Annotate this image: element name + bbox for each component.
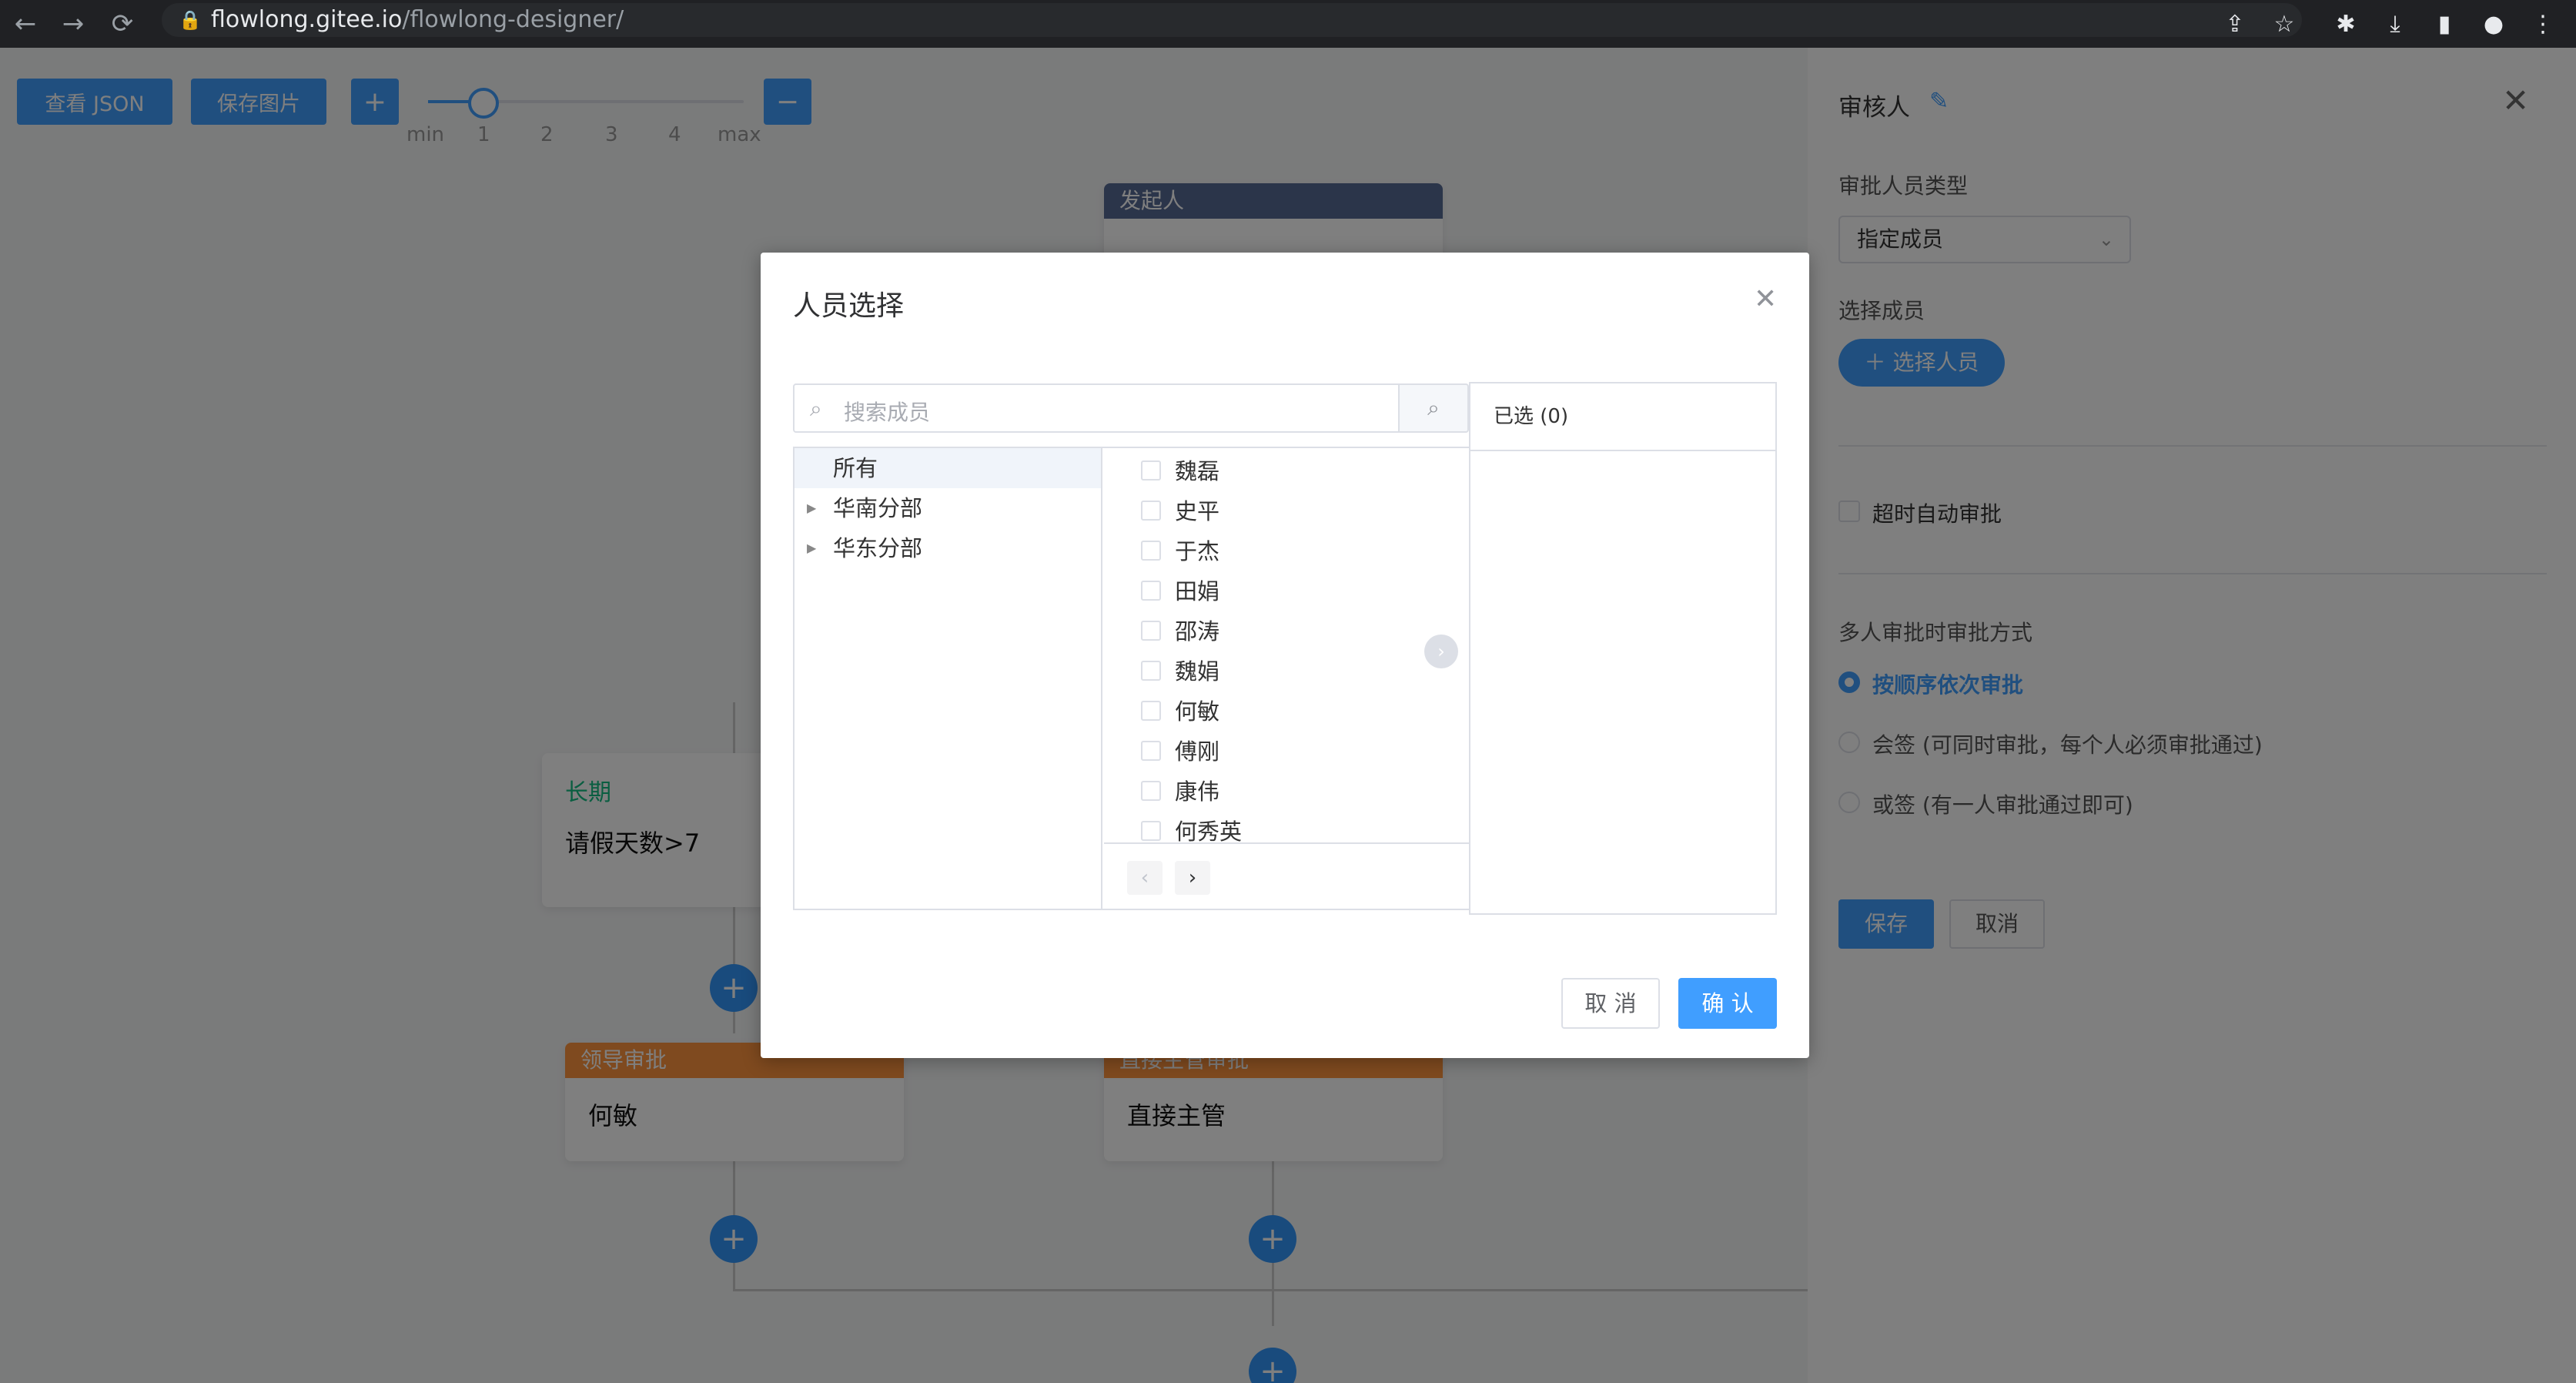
- dialog-cancel-button[interactable]: 取 消: [1561, 978, 1660, 1029]
- tree-node-label: 华南分部: [833, 495, 923, 521]
- member-checkbox[interactable]: [1141, 621, 1161, 641]
- member-checkbox[interactable]: [1141, 541, 1161, 561]
- member-list: 魏磊 史平 于杰 田娟 邵涛 魏娟 何敏 傅刚 康伟 何秀英: [1104, 448, 1469, 845]
- member-name: 何秀英: [1175, 819, 1243, 845]
- member-name: 于杰: [1175, 538, 1220, 564]
- member-row[interactable]: 田娟: [1104, 571, 1469, 611]
- tree-node-label: 所有: [833, 455, 878, 481]
- address-bar[interactable]: 🔒 flowlong.gitee.io/flowlong-designer/: [162, 3, 2302, 37]
- member-row[interactable]: 于杰: [1104, 531, 1469, 571]
- member-name: 魏磊: [1175, 458, 1220, 484]
- extensions-icon[interactable]: ✱: [2325, 0, 2367, 48]
- star-icon[interactable]: ☆: [2263, 0, 2305, 48]
- transfer-right-button[interactable]: ›: [1424, 635, 1458, 668]
- tree-node-label: 华东分部: [833, 535, 923, 561]
- tree-node-south[interactable]: ▶ 华南分部: [795, 488, 1101, 528]
- profile-icon[interactable]: ●: [2473, 0, 2514, 48]
- member-name: 康伟: [1175, 779, 1220, 805]
- forward-icon[interactable]: →: [54, 0, 92, 48]
- member-name: 史平: [1175, 498, 1220, 524]
- member-select-dialog: 人员选择 ✕ ⌕ 搜索成员 ⌕ 所有 ▶ 华南分部 ▶ 华东分部 魏磊 史平 于…: [761, 253, 1809, 1058]
- search-icon: ⌕: [810, 396, 822, 421]
- next-page-button[interactable]: ›: [1175, 861, 1210, 895]
- search-icon: ⌕: [1427, 395, 1440, 420]
- member-name: 何敏: [1175, 698, 1220, 725]
- dialog-title: 人员选择: [793, 290, 905, 322]
- member-checkbox[interactable]: [1141, 821, 1161, 841]
- member-row[interactable]: 康伟: [1104, 772, 1469, 812]
- download-icon[interactable]: ⤓: [2374, 0, 2416, 48]
- caret-right-icon[interactable]: ▶: [807, 528, 816, 568]
- member-search-input[interactable]: ⌕ 搜索成员: [793, 383, 1400, 433]
- member-row[interactable]: 邵涛: [1104, 611, 1469, 651]
- caret-right-icon[interactable]: ▶: [807, 488, 816, 528]
- url-host: flowlong.gitee.io: [211, 6, 403, 33]
- browser-chrome: ← → ⟳ 🔒 flowlong.gitee.io/flowlong-design…: [0, 0, 2576, 48]
- menu-icon[interactable]: ⋮: [2522, 0, 2564, 48]
- member-checkbox[interactable]: [1141, 501, 1161, 521]
- member-checkbox[interactable]: [1141, 661, 1161, 681]
- member-row[interactable]: 傅刚: [1104, 732, 1469, 772]
- member-checkbox[interactable]: [1141, 781, 1161, 801]
- member-name: 邵涛: [1175, 618, 1220, 645]
- search-button[interactable]: ⌕: [1398, 383, 1469, 433]
- tree-node-all[interactable]: 所有: [795, 448, 1101, 488]
- member-row[interactable]: 魏磊: [1104, 451, 1469, 491]
- close-icon[interactable]: ✕: [1754, 283, 1777, 315]
- lock-icon: 🔒: [179, 9, 202, 31]
- dialog-confirm-button[interactable]: 确 认: [1678, 978, 1777, 1029]
- member-checkbox[interactable]: [1141, 701, 1161, 721]
- share-icon[interactable]: ⇪: [2214, 0, 2256, 48]
- search-placeholder: 搜索成员: [844, 400, 931, 425]
- chevron-right-icon: ›: [1437, 641, 1445, 662]
- sidepanel-icon[interactable]: ▮: [2424, 0, 2465, 48]
- member-picker-panel: 所有 ▶ 华南分部 ▶ 华东分部 魏磊 史平 于杰 田娟 邵涛 魏娟 何敏 傅刚…: [793, 447, 1470, 910]
- member-name: 田娟: [1175, 578, 1220, 604]
- url-path: /flowlong-designer/: [402, 6, 624, 33]
- member-name: 傅刚: [1175, 738, 1220, 765]
- prev-page-button[interactable]: ‹: [1127, 861, 1163, 895]
- back-icon[interactable]: ←: [6, 0, 45, 48]
- member-checkbox[interactable]: [1141, 741, 1161, 761]
- member-row[interactable]: 何秀英: [1104, 812, 1469, 852]
- member-row[interactable]: 魏娟: [1104, 651, 1469, 692]
- member-row[interactable]: 何敏: [1104, 692, 1469, 732]
- selected-count: 已选 (0): [1470, 383, 1775, 451]
- member-checkbox[interactable]: [1141, 581, 1161, 601]
- member-checkbox[interactable]: [1141, 460, 1161, 481]
- reload-icon[interactable]: ⟳: [103, 0, 142, 48]
- department-tree: 所有 ▶ 华南分部 ▶ 华东分部: [795, 448, 1102, 909]
- tree-node-east[interactable]: ▶ 华东分部: [795, 528, 1101, 568]
- selected-members-panel: 已选 (0): [1469, 382, 1777, 915]
- member-name: 魏娟: [1175, 658, 1220, 685]
- member-row[interactable]: 史平: [1104, 491, 1469, 531]
